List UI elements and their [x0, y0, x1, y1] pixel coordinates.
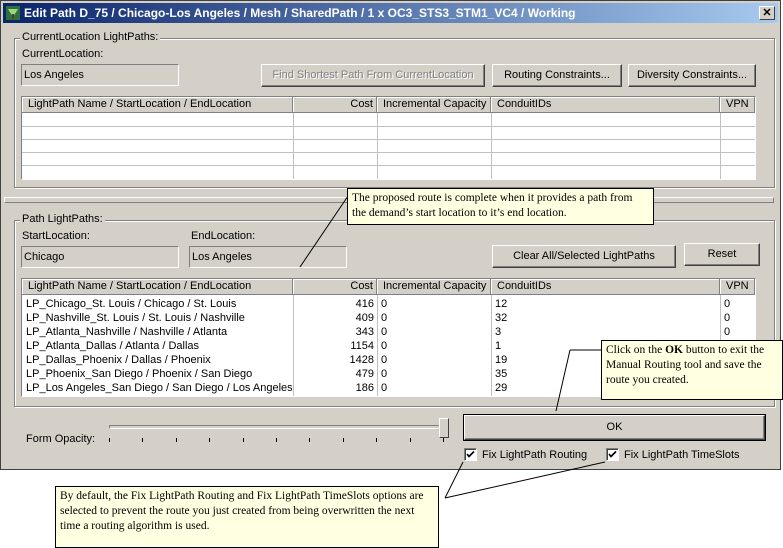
- ok-callout-bold: OK: [665, 344, 683, 356]
- route-complete-callout: The proposed route is complete when it p…: [347, 188, 654, 225]
- callout-leaders: [299, 195, 606, 499]
- route-complete-text: The proposed route is complete when it p…: [352, 192, 633, 219]
- leader-line-route: [299, 195, 349, 268]
- leader-line-fix: [444, 461, 606, 499]
- ok-callout: Click on the OK button to exit the Manua…: [601, 340, 783, 400]
- ok-callout-prefix: Click on the: [606, 344, 666, 356]
- leader-line-ok: [555, 349, 571, 412]
- leader-line-fix: [444, 461, 464, 499]
- fix-default-callout: By default, the Fix LightPath Routing an…: [55, 486, 439, 548]
- fix-default-text: By default, the Fix LightPath Routing an…: [60, 490, 424, 532]
